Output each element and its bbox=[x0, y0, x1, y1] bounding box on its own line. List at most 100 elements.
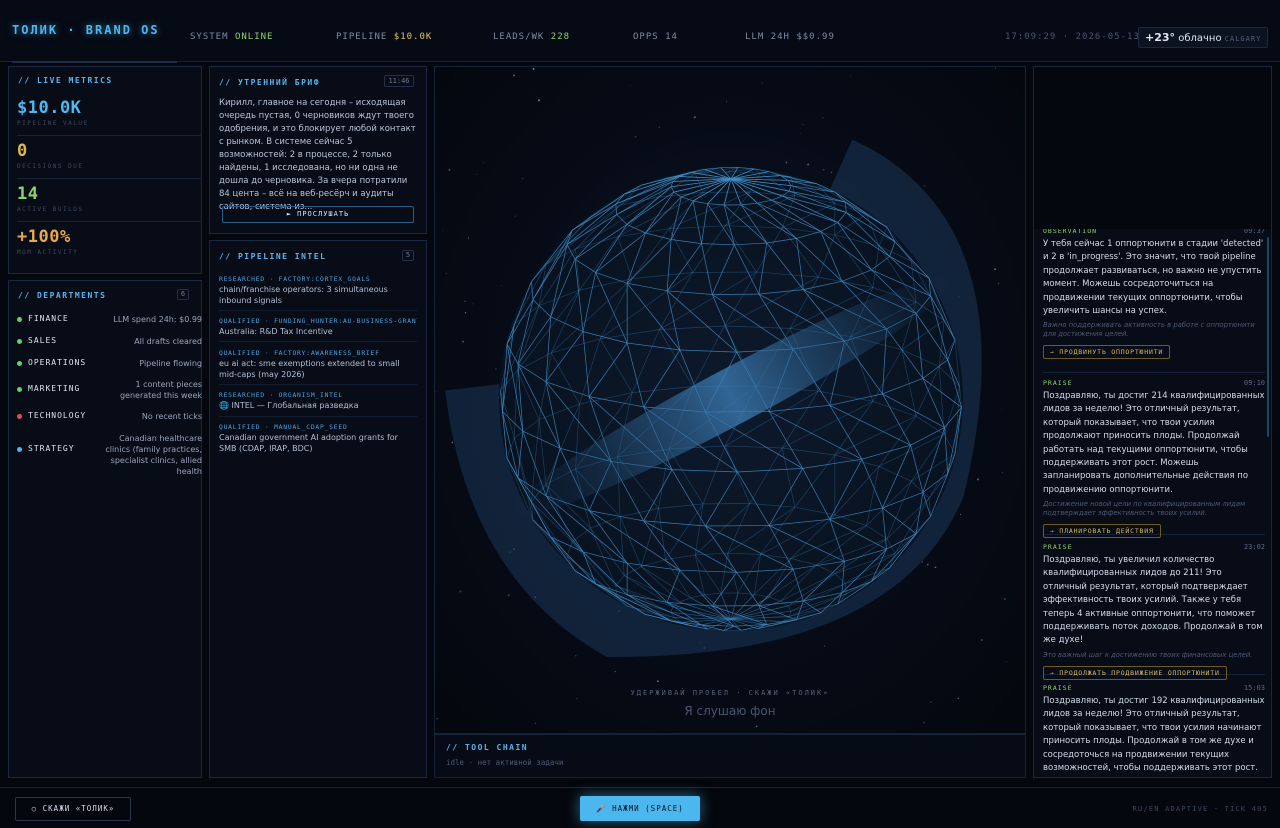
metric-activity: +100% MOM ACTIVITY bbox=[17, 227, 202, 265]
listen-button[interactable]: ► ПРОСЛУШАТЬ bbox=[222, 206, 414, 223]
star bbox=[608, 731, 610, 733]
star bbox=[930, 701, 932, 703]
metric-value: 0 bbox=[17, 141, 28, 161]
star bbox=[755, 725, 758, 728]
metric-label: MOM ACTIVITY bbox=[17, 249, 79, 256]
mesh-edge bbox=[692, 271, 757, 273]
wireframe-globe bbox=[434, 67, 1007, 733]
metric-label: DECISIONS DUE bbox=[17, 163, 84, 170]
star bbox=[445, 272, 448, 275]
weather-widget[interactable]: +23° облачно CALGARY bbox=[1138, 27, 1268, 48]
bottom-bar: ○ СКАЖИ «ТОЛИК» 🎤 НАЖМИ (SPACE) RU/EN AD… bbox=[0, 787, 1280, 828]
feed-action-button[interactable]: → ПРОДВИНУТЬ ОППОРТЮНИТИ bbox=[1043, 345, 1171, 360]
opps-status: OPPS 14 bbox=[633, 32, 678, 42]
intel-item[interactable]: QUALIFIED · FACTORY:AWARENESS_BRIEF eu a… bbox=[219, 350, 417, 385]
pipeline-status: PIPELINE $10.0K bbox=[336, 32, 432, 42]
llm-status: LLM 24H $$0.99 bbox=[745, 32, 835, 42]
metric-decisions: 0 DECISIONS DUE bbox=[17, 141, 202, 179]
intel-tag: QUALIFIED · MANUAL_CDAP_SEED bbox=[219, 424, 348, 431]
star bbox=[634, 135, 637, 138]
star bbox=[921, 561, 924, 563]
metric-builds: 14 ACTIVE BUILDS bbox=[17, 184, 202, 222]
metric-label: ACTIVE BUILDS bbox=[17, 206, 84, 213]
brand-logo: ТОЛИК · BRAND OS bbox=[12, 23, 160, 37]
dept-status: Canadian healthcare clinics (family prac… bbox=[105, 434, 202, 476]
star bbox=[657, 680, 659, 683]
star bbox=[822, 117, 824, 119]
pipeline-value: $10.0K bbox=[393, 32, 433, 42]
star bbox=[532, 68, 535, 70]
dept-strategy[interactable]: STRATEGY Canadian healthcare clinics (fa… bbox=[17, 433, 202, 476]
intel-item[interactable]: QUALIFIED · FUNDING_HUNTER:AU-BUSINESS-G… bbox=[219, 318, 417, 342]
star bbox=[725, 101, 728, 103]
top-bar: ТОЛИК · BRAND OS SYSTEM ONLINE PIPELINE … bbox=[0, 0, 1280, 63]
star bbox=[537, 99, 541, 102]
voice-globe-view[interactable]: УДЕРЖИВАЙ ПРОБЕЛ · СКАЖИ «ТОЛИК» Я слуша… bbox=[434, 66, 1026, 734]
star bbox=[994, 268, 997, 271]
feed-action-button[interactable]: → ПРОДОЛЖАТЬ ПРОДВИЖЕНИЕ ОППОРТЮНИТИ bbox=[1043, 665, 1227, 680]
star bbox=[1000, 409, 1002, 410]
star bbox=[959, 513, 962, 516]
star bbox=[522, 177, 524, 180]
tool-chain-panel: // TOOL CHAIN idle · нет активной задачи bbox=[434, 734, 1026, 778]
dept-finance[interactable]: FINANCE LLM spend 24h: $0.99 bbox=[17, 314, 202, 330]
intel-tag: QUALIFIED · FUNDING_HUNTER:AU-BUSINESS-G… bbox=[219, 318, 417, 325]
star bbox=[900, 157, 902, 159]
push-to-talk-button[interactable]: 🎤 НАЖМИ (SPACE) bbox=[580, 796, 700, 821]
metric-label: PIPELINE VALUE bbox=[17, 120, 89, 127]
weather-city: CALGARY bbox=[1224, 35, 1262, 43]
star bbox=[434, 390, 436, 393]
star bbox=[785, 161, 788, 164]
intel-item[interactable]: QUALIFIED · MANUAL_CDAP_SEED Canadian go… bbox=[219, 424, 417, 459]
morning-brief-panel: // УТРЕННИЙ БРИФ 11:46 Кирилл, главное н… bbox=[209, 66, 427, 234]
star bbox=[824, 645, 826, 647]
tool-chain-status: idle · нет активной задачи bbox=[446, 758, 564, 767]
feed-item: PRAISE 09:10 Поздравляю, ты достиг 214 к… bbox=[1043, 379, 1265, 539]
dept-sales[interactable]: SALES All drafts cleared bbox=[17, 336, 202, 352]
dept-name: STRATEGY bbox=[28, 444, 75, 453]
insights-feed[interactable]: OBSERVATION 09:37 У тебя сейчас 1 оппорт… bbox=[1033, 66, 1272, 778]
intel-tag: RESEARCHED · FACTORY:CORTEX_GOALS bbox=[219, 276, 371, 283]
star bbox=[850, 76, 852, 78]
wake-word-button[interactable]: ○ СКАЖИ «ТОЛИК» bbox=[15, 797, 131, 821]
star bbox=[464, 300, 466, 302]
star bbox=[820, 71, 822, 73]
pipeline-intel-title: // PIPELINE INTEL bbox=[219, 252, 327, 261]
feed-scrollbar[interactable] bbox=[1267, 237, 1269, 437]
status-dot bbox=[17, 387, 22, 392]
star bbox=[802, 123, 804, 126]
star bbox=[1005, 661, 1007, 663]
star bbox=[926, 563, 929, 566]
star bbox=[436, 717, 438, 720]
star bbox=[576, 698, 578, 700]
star bbox=[761, 82, 763, 84]
live-metrics-panel: // LIVE METRICS $10.0K PIPELINE VALUE 0 … bbox=[8, 66, 202, 274]
feed-item: OBSERVATION 09:37 У тебя сейчас 1 оппорт… bbox=[1043, 227, 1265, 373]
departments-title: // DEPARTMENTS bbox=[18, 291, 107, 300]
star bbox=[513, 74, 515, 77]
dept-name: SALES bbox=[28, 336, 58, 345]
departments-count: 6 bbox=[177, 289, 189, 300]
feed-action-button[interactable]: → ПЛАНИРОВАТЬ ДЕЙСТВИЯ bbox=[1043, 524, 1161, 539]
dept-status: No recent ticks bbox=[141, 412, 202, 421]
pipeline-intel-panel: // PIPELINE INTEL 5 RESEARCHED · FACTORY… bbox=[209, 240, 427, 778]
feed-text: Поздравляю, ты увеличил количество квали… bbox=[1043, 555, 1263, 646]
intel-tag: RESEARCHED · ORGANISM_INTEL bbox=[219, 392, 343, 399]
star bbox=[693, 116, 696, 119]
star bbox=[614, 670, 616, 673]
star bbox=[922, 721, 925, 724]
intel-item[interactable]: RESEARCHED · ORGANISM_INTEL 🌐 INTEL — Гл… bbox=[219, 392, 417, 417]
dept-operations[interactable]: OPERATIONS Pipeline flowing bbox=[17, 358, 202, 374]
intel-item[interactable]: RESEARCHED · FACTORY:CORTEX_GOALS chain/… bbox=[219, 276, 417, 311]
feed-text: Поздравляю, ты достиг 192 квалифицирован… bbox=[1043, 696, 1265, 774]
dept-technology[interactable]: TECHNOLOGY No recent ticks bbox=[17, 411, 202, 427]
star bbox=[501, 285, 502, 286]
dept-status: 1 content pieces generated this week bbox=[119, 380, 202, 400]
voice-status: Я слушаю фон bbox=[684, 704, 776, 718]
dept-marketing[interactable]: MARKETING 1 content pieces generated thi… bbox=[17, 379, 202, 405]
mode-indicator: RU/EN ADAPTIVE · TICK 405 bbox=[1132, 805, 1268, 813]
feed-overlay bbox=[1034, 67, 1271, 229]
star bbox=[507, 594, 510, 597]
tool-chain-title: // TOOL CHAIN bbox=[446, 743, 529, 752]
status-dot bbox=[17, 361, 22, 366]
